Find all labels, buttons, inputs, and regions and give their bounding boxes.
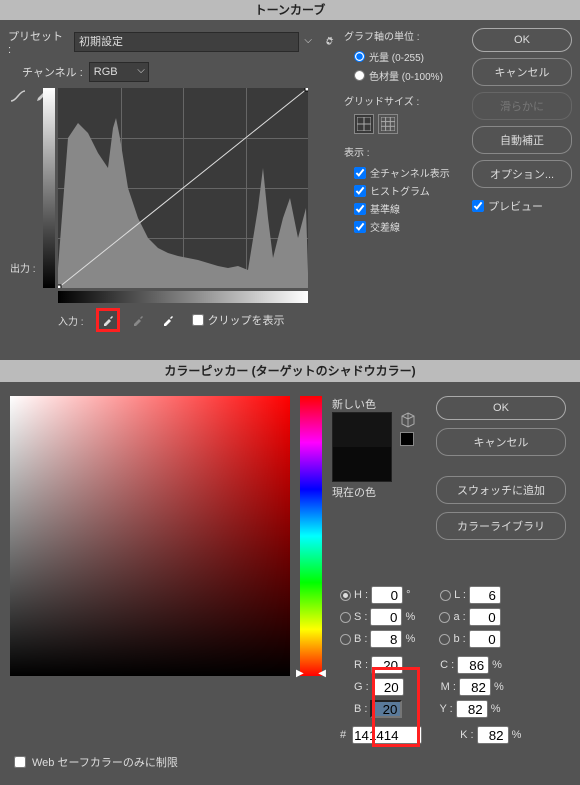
eyedropper-white-icon[interactable] xyxy=(156,308,180,332)
hex-input[interactable] xyxy=(352,726,422,744)
websafe-checkbox[interactable]: Web セーフカラーのみに制限 xyxy=(14,754,178,770)
brightness-input[interactable] xyxy=(370,630,402,648)
curve-graph[interactable] xyxy=(58,88,308,288)
gear-icon[interactable] xyxy=(322,35,336,49)
cancel-button[interactable]: キャンセル xyxy=(472,58,572,86)
input-gradient xyxy=(58,291,308,303)
axis-pigment-radio[interactable]: 色材量 (0-100%) xyxy=(354,68,464,83)
cube-icon[interactable] xyxy=(400,412,416,428)
channel-select[interactable]: RGB xyxy=(89,62,149,82)
l-input[interactable] xyxy=(469,586,501,604)
l-radio[interactable] xyxy=(440,590,451,601)
grid-size-label: グリッドサイズ : xyxy=(344,93,464,108)
grid-16-icon[interactable] xyxy=(378,114,398,134)
input-label: 入力 : xyxy=(58,313,84,328)
picker-ok-button[interactable]: OK xyxy=(436,396,566,420)
c-input[interactable] xyxy=(457,656,489,674)
intersection-checkbox[interactable]: 交差線 xyxy=(354,219,464,234)
axis-label: グラフ軸の単位 : xyxy=(344,28,464,43)
saturation-field[interactable] xyxy=(10,396,290,676)
curve-tool-icon[interactable] xyxy=(8,86,28,106)
curves-title-bar: トーンカーブ xyxy=(0,0,580,20)
grid-4-icon[interactable] xyxy=(354,114,374,134)
h-radio[interactable] xyxy=(340,590,351,601)
output-gradient xyxy=(43,88,55,288)
lab-b-input[interactable] xyxy=(469,630,501,648)
clip-checkbox[interactable]: クリップを表示 xyxy=(192,312,285,328)
color-libraries-button[interactable]: カラーライブラリ xyxy=(436,512,566,540)
color-fields: H :° L : S :% a : B :% b : R : C :% G : xyxy=(340,582,570,748)
curves-dialog: トーンカーブ プリセット : 初期設定 チャンネル : RGB xyxy=(0,0,580,360)
eyedropper-black-icon[interactable] xyxy=(96,308,120,332)
b-radio[interactable] xyxy=(340,634,351,645)
blue-input[interactable] xyxy=(370,700,402,718)
k-input[interactable] xyxy=(477,726,509,744)
auto-button[interactable]: 自動補正 xyxy=(472,126,572,154)
picker-cancel-button[interactable]: キャンセル xyxy=(436,428,566,456)
current-color-swatch[interactable] xyxy=(333,447,391,481)
color-swatch xyxy=(332,412,392,482)
display-label: 表示 : xyxy=(344,144,464,159)
add-swatch-button[interactable]: スウォッチに追加 xyxy=(436,476,566,504)
hex-label: # xyxy=(340,729,346,741)
histogram-checkbox[interactable]: ヒストグラム xyxy=(354,183,464,198)
preset-label: プリセット : xyxy=(8,28,68,56)
new-color-swatch xyxy=(333,413,391,447)
options-button[interactable]: オプション... xyxy=(472,160,572,188)
picker-title-bar: カラーピッカー (ターゲットのシャドウカラー) xyxy=(0,360,580,382)
all-channels-checkbox[interactable]: 全チャンネル表示 xyxy=(354,165,464,180)
s-input[interactable] xyxy=(370,608,402,626)
channel-label: チャンネル : xyxy=(22,64,83,80)
a-input[interactable] xyxy=(469,608,501,626)
hue-slider[interactable]: ▶◀ xyxy=(300,396,322,676)
g-input[interactable] xyxy=(372,678,404,696)
lab-b-radio[interactable] xyxy=(439,634,450,645)
y-input[interactable] xyxy=(456,700,488,718)
smooth-button[interactable]: 滑らかに xyxy=(472,92,572,120)
preview-checkbox[interactable]: プレビュー xyxy=(472,198,572,214)
ok-button[interactable]: OK xyxy=(472,28,572,52)
warning-swatch[interactable] xyxy=(400,432,414,446)
output-label: 出力 : xyxy=(10,260,36,275)
baseline-checkbox[interactable]: 基準線 xyxy=(354,201,464,216)
h-input[interactable] xyxy=(371,586,403,604)
m-input[interactable] xyxy=(459,678,491,696)
axis-light-radio[interactable]: 光量 (0-255) xyxy=(354,49,464,64)
color-picker-dialog: カラーピッカー (ターゲットのシャドウカラー) ▶◀ 新しい色 現在の色 OK xyxy=(0,360,580,782)
s-radio[interactable] xyxy=(340,612,351,623)
r-input[interactable] xyxy=(371,656,403,674)
curve-line xyxy=(58,88,308,288)
eyedropper-gray-icon[interactable] xyxy=(126,308,150,332)
preset-select[interactable]: 初期設定 xyxy=(74,32,299,52)
a-radio[interactable] xyxy=(439,612,450,623)
